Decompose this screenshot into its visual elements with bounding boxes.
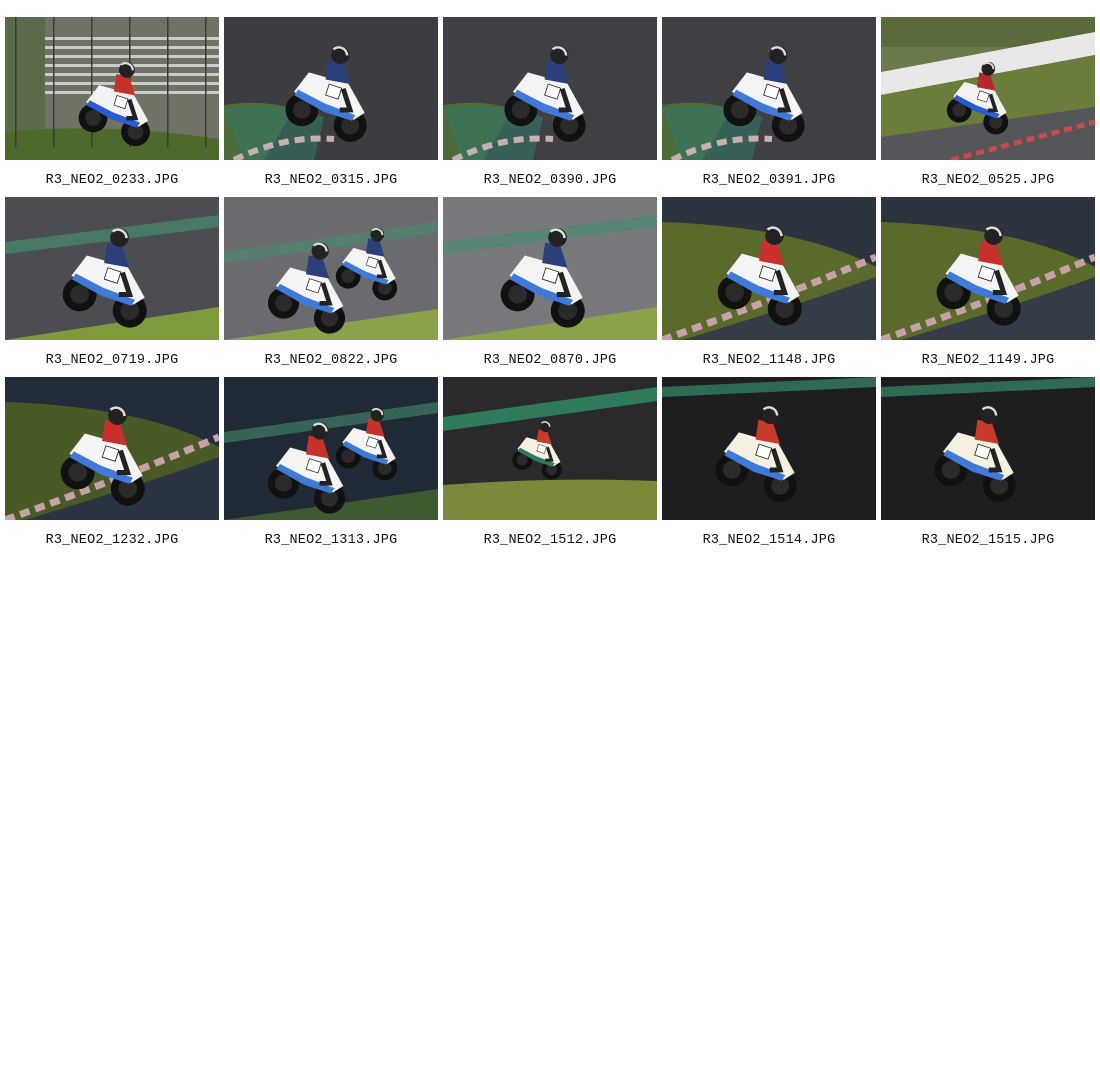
- gallery-item-8[interactable]: R3_NEO2_0870.JPG: [443, 197, 657, 377]
- photo-filename[interactable]: R3_NEO2_1149.JPG: [881, 353, 1095, 368]
- photo-thumbnail[interactable]: [881, 197, 1095, 340]
- photo-thumbnail[interactable]: [224, 197, 438, 340]
- photo-thumbnail[interactable]: [443, 377, 657, 520]
- photo-image[interactable]: [224, 17, 438, 160]
- gallery-item-10[interactable]: R3_NEO2_1149.JPG: [881, 197, 1095, 377]
- photo-filename[interactable]: R3_NEO2_1515.JPG: [881, 533, 1095, 548]
- photo-thumbnail[interactable]: [5, 377, 219, 520]
- photo-image[interactable]: [5, 17, 219, 160]
- photo-filename[interactable]: R3_NEO2_0870.JPG: [443, 353, 657, 368]
- gallery-item-9[interactable]: R3_NEO2_1148.JPG: [662, 197, 876, 377]
- photo-filename[interactable]: R3_NEO2_0822.JPG: [224, 353, 438, 368]
- photo-image[interactable]: [224, 377, 438, 520]
- photo-image[interactable]: [224, 197, 438, 340]
- photo-filename[interactable]: R3_NEO2_1232.JPG: [5, 533, 219, 548]
- photo-thumbnail[interactable]: [662, 197, 876, 340]
- photo-thumbnail[interactable]: [224, 17, 438, 160]
- gallery-item-11[interactable]: R3_NEO2_1232.JPG: [5, 377, 219, 557]
- photo-filename[interactable]: R3_NEO2_1512.JPG: [443, 533, 657, 548]
- photo-filename[interactable]: R3_NEO2_0719.JPG: [5, 353, 219, 368]
- photo-filename[interactable]: R3_NEO2_1148.JPG: [662, 353, 876, 368]
- photo-thumbnail[interactable]: [881, 17, 1095, 160]
- photo-thumbnail[interactable]: [662, 377, 876, 520]
- gallery-item-5[interactable]: R3_NEO2_0525.JPG: [881, 17, 1095, 197]
- photo-image[interactable]: [662, 17, 876, 160]
- photo-image[interactable]: [881, 197, 1095, 340]
- gallery-item-2[interactable]: R3_NEO2_0315.JPG: [224, 17, 438, 197]
- photo-image[interactable]: [881, 377, 1095, 520]
- photo-image[interactable]: [443, 197, 657, 340]
- photo-filename[interactable]: R3_NEO2_1514.JPG: [662, 533, 876, 548]
- photo-thumbnail[interactable]: [881, 377, 1095, 520]
- gallery-item-13[interactable]: R3_NEO2_1512.JPG: [443, 377, 657, 557]
- photo-thumbnail[interactable]: [443, 197, 657, 340]
- photo-image[interactable]: [5, 377, 219, 520]
- gallery-item-3[interactable]: R3_NEO2_0390.JPG: [443, 17, 657, 197]
- photo-filename[interactable]: R3_NEO2_0390.JPG: [443, 173, 657, 188]
- gallery-item-4[interactable]: R3_NEO2_0391.JPG: [662, 17, 876, 197]
- photo-filename[interactable]: R3_NEO2_0315.JPG: [224, 173, 438, 188]
- gallery-item-1[interactable]: R3_NEO2_0233.JPG: [5, 17, 219, 197]
- photo-thumbnail[interactable]: [5, 17, 219, 160]
- gallery-item-14[interactable]: R3_NEO2_1514.JPG: [662, 377, 876, 557]
- photo-image[interactable]: [881, 17, 1095, 160]
- photo-thumbnail[interactable]: [662, 17, 876, 160]
- photo-image[interactable]: [443, 17, 657, 160]
- photo-thumbnail[interactable]: [5, 197, 219, 340]
- photo-filename[interactable]: R3_NEO2_1313.JPG: [224, 533, 438, 548]
- gallery-item-6[interactable]: R3_NEO2_0719.JPG: [5, 197, 219, 377]
- photo-thumbnail[interactable]: [224, 377, 438, 520]
- thumbnail-gallery: R3_NEO2_0233.JPG R3_NEO2_0315.JPG R3_NEO…: [5, 17, 1095, 557]
- photo-filename[interactable]: R3_NEO2_0233.JPG: [5, 173, 219, 188]
- photo-image[interactable]: [5, 197, 219, 340]
- gallery-item-15[interactable]: R3_NEO2_1515.JPG: [881, 377, 1095, 557]
- photo-image[interactable]: [443, 377, 657, 520]
- photo-thumbnail[interactable]: [443, 17, 657, 160]
- photo-image[interactable]: [662, 197, 876, 340]
- gallery-item-7[interactable]: R3_NEO2_0822.JPG: [224, 197, 438, 377]
- gallery-item-12[interactable]: R3_NEO2_1313.JPG: [224, 377, 438, 557]
- photo-filename[interactable]: R3_NEO2_0525.JPG: [881, 173, 1095, 188]
- photo-image[interactable]: [662, 377, 876, 520]
- photo-filename[interactable]: R3_NEO2_0391.JPG: [662, 173, 876, 188]
